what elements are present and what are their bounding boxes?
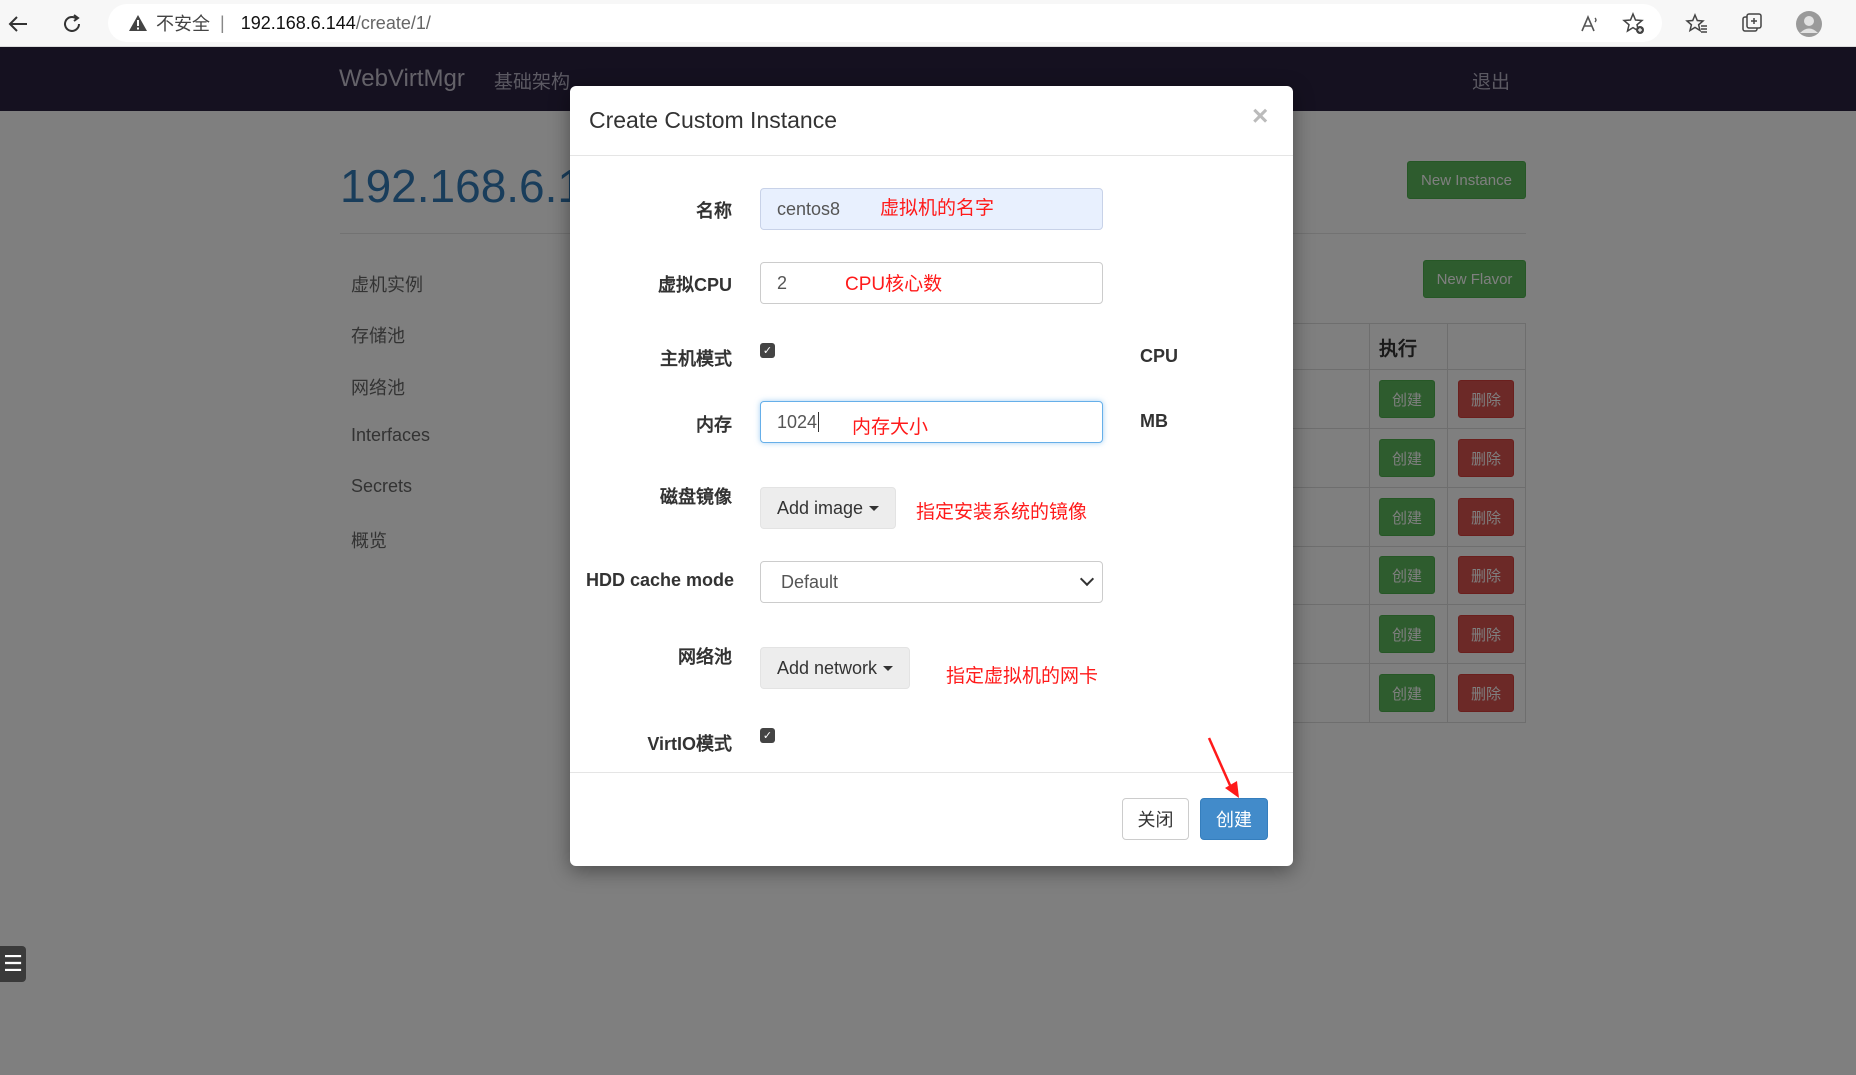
warning-triangle-icon xyxy=(129,15,147,31)
modal-title: Create Custom Instance xyxy=(589,107,838,133)
memory-annotation: 内存大小 xyxy=(852,417,929,438)
address-separator: | xyxy=(220,12,225,33)
memory-input[interactable]: 1024 xyxy=(760,401,1103,443)
menu-list-icon[interactable]: ☰ xyxy=(0,946,26,982)
address-bar[interactable]: 不安全 | 192.168.6.144/create/1/ xyxy=(108,4,1662,42)
create-instance-modal: Create Custom Instance × 名称 centos8 虚拟机的… xyxy=(570,86,1293,866)
name-label: 名称 xyxy=(696,201,732,221)
virtio-checkbox[interactable]: ✓ xyxy=(760,728,775,743)
virtio-label: VirtIO模式 xyxy=(647,734,732,754)
add-network-dropdown[interactable]: Add network xyxy=(760,647,911,689)
caret-down-icon xyxy=(869,505,880,511)
memory-label: 内存 xyxy=(696,415,732,435)
url-host: 192.168.6.144 xyxy=(240,12,356,33)
name-annotation: 虚拟机的名字 xyxy=(880,198,995,219)
security-status: 不安全 xyxy=(156,14,210,34)
annotation-arrow-icon xyxy=(1207,737,1239,798)
browser-toolbar: 不安全 | 192.168.6.144/create/1/ xyxy=(0,0,1856,47)
cache-mode-selected: Default xyxy=(781,571,839,592)
cache-mode-select[interactable]: Default xyxy=(760,561,1103,603)
add-image-dropdown[interactable]: Add image xyxy=(760,487,897,529)
network-label: 网络池 xyxy=(678,647,732,667)
host-model-unit: CPU xyxy=(1140,346,1179,366)
profile-avatar-icon[interactable] xyxy=(1793,8,1825,40)
vcpu-input-value: 2 xyxy=(777,272,788,293)
favorites-icon[interactable] xyxy=(1681,8,1713,40)
back-arrow-icon[interactable] xyxy=(2,8,34,40)
reload-icon[interactable] xyxy=(56,8,88,40)
name-input-value: centos8 xyxy=(777,198,841,219)
disk-image-annotation: 指定安装系统的镜像 xyxy=(916,502,1088,523)
add-image-label: Add image xyxy=(777,497,864,518)
url-path: /create/1/ xyxy=(355,12,431,33)
vcpu-annotation: CPU核心数 xyxy=(845,274,943,295)
memory-unit: MB xyxy=(1140,411,1168,431)
close-button[interactable]: 关闭 xyxy=(1122,798,1189,840)
add-favorite-icon[interactable] xyxy=(1618,8,1650,40)
text-cursor xyxy=(818,412,820,432)
memory-input-value: 1024 xyxy=(777,411,818,432)
modal-footer-divider xyxy=(570,772,1293,773)
cache-mode-label: HDD cache mode xyxy=(585,570,734,590)
chevron-down-icon xyxy=(1079,571,1095,587)
vcpu-label: 虚拟CPU xyxy=(657,275,732,295)
disk-image-label: 磁盘镜像 xyxy=(660,487,732,507)
add-network-label: Add network xyxy=(777,657,878,678)
read-aloud-icon[interactable] xyxy=(1574,8,1606,40)
caret-down-icon xyxy=(883,665,894,671)
host-model-label: 主机模式 xyxy=(660,349,732,369)
modal-header: Create Custom Instance × xyxy=(570,86,1293,156)
collections-icon[interactable] xyxy=(1736,8,1768,40)
host-model-checkbox[interactable]: ✓ xyxy=(760,343,775,358)
network-annotation: 指定虚拟机的网卡 xyxy=(946,666,1099,687)
close-icon[interactable]: × xyxy=(1252,100,1268,132)
